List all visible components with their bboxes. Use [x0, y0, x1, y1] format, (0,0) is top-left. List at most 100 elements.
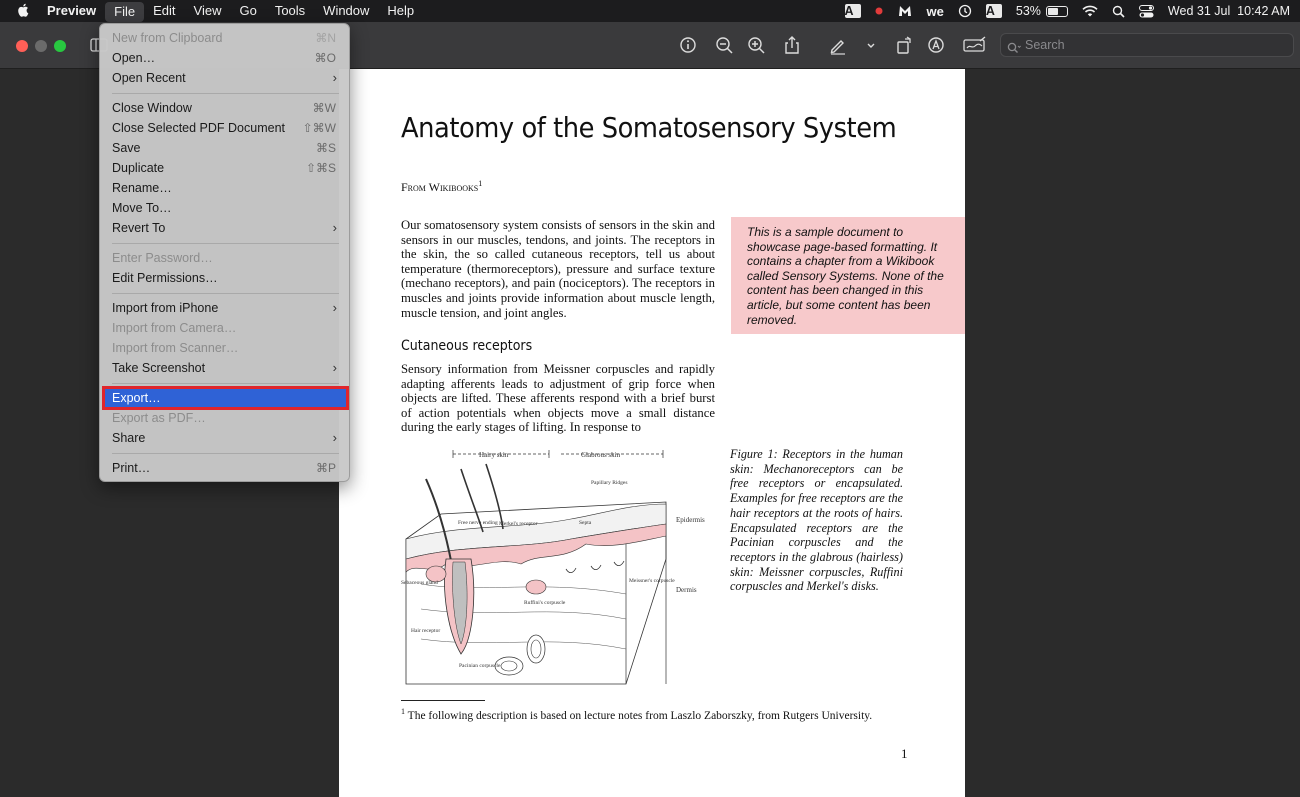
menu-item-label: Revert To — [112, 221, 166, 235]
footnote-text: The following description is based on le… — [407, 709, 873, 722]
menu-item-label: Take Screenshot — [112, 361, 206, 375]
menu-item-save[interactable]: Save ⌘S — [104, 138, 347, 158]
menu-item-label: Open Recent — [112, 71, 186, 85]
close-window-button[interactable] — [16, 40, 28, 52]
info-icon[interactable] — [677, 34, 699, 56]
control-center-icon[interactable] — [1138, 4, 1154, 18]
malwarebytes-icon[interactable] — [897, 4, 913, 18]
menu-item-take-screenshot[interactable]: Take Screenshot › — [104, 358, 347, 378]
signature-icon[interactable] — [962, 34, 986, 56]
menu-item-import-from-camera[interactable]: Import from Camera… — [104, 318, 347, 338]
battery-percent: 53% — [1015, 4, 1041, 18]
battery-status[interactable]: 53% — [1016, 4, 1068, 18]
label-glabrous-skin: Glabrous skin — [581, 451, 621, 459]
label-pacinian-corpuscle: Pacinian corpuscle — [459, 663, 501, 669]
time-machine-icon[interactable] — [958, 4, 972, 18]
menu-item-share[interactable]: Share › — [104, 428, 347, 448]
annotate-icon[interactable] — [925, 34, 947, 56]
zoom-in-icon[interactable] — [745, 34, 767, 56]
menu-go[interactable]: Go — [230, 0, 265, 22]
menu-shortcut: ⇧⌘W — [302, 121, 336, 135]
clock[interactable]: Wed 31 Jul 10:42 AM — [1168, 4, 1290, 18]
menu-item-close-selected-pdf[interactable]: Close Selected PDF Document ⇧⌘W — [104, 118, 347, 138]
spotlight-search-icon[interactable] — [1112, 5, 1125, 18]
menu-item-label: Close Selected PDF Document — [112, 121, 285, 135]
menu-item-close-window[interactable]: Close Window ⌘W — [104, 98, 347, 118]
menu-item-import-from-scanner[interactable]: Import from Scanner… — [104, 338, 347, 358]
label-epidermis: Epidermis — [676, 516, 705, 524]
chevron-right-icon: › — [332, 70, 337, 85]
menu-separator — [112, 453, 339, 454]
menu-item-edit-permissions[interactable]: Edit Permissions… — [104, 268, 347, 288]
wifi-icon[interactable] — [1082, 5, 1098, 17]
menu-item-label: Duplicate — [112, 161, 165, 175]
search-field[interactable]: Search — [1000, 33, 1294, 57]
menu-item-new-from-clipboard[interactable]: New from Clipboard ⌘N — [104, 28, 347, 48]
menu-edit[interactable]: Edit — [144, 0, 184, 22]
markup-pen-icon[interactable] — [827, 34, 849, 56]
label-papillary-ridges: Papillary Ridges — [591, 480, 628, 486]
menu-item-export-as-pdf[interactable]: Export as PDF… — [104, 408, 347, 428]
menu-view[interactable]: View — [185, 0, 231, 22]
document-title: Anatomy of the Somatosensory System — [401, 111, 897, 144]
label-merkel-receptor: Merkel's receptor — [499, 521, 538, 527]
menu-shortcut: ⌘S — [315, 141, 336, 155]
footnote-rule — [401, 700, 485, 701]
menu-tools[interactable]: Tools — [266, 0, 314, 22]
byline-footnote-marker: 1 — [478, 179, 483, 188]
menu-item-open-recent[interactable]: Open Recent › — [104, 68, 347, 88]
share-icon[interactable] — [781, 34, 803, 56]
chevron-right-icon: › — [332, 360, 337, 375]
menu-item-label: Import from Camera… — [112, 321, 237, 335]
battery-icon — [1045, 5, 1068, 17]
search-icon — [1007, 39, 1021, 61]
menu-item-label: Export as PDF… — [112, 411, 206, 425]
menu-item-open[interactable]: Open… ⌘O — [104, 48, 347, 68]
menu-help[interactable]: Help — [378, 0, 423, 22]
input-source-icon[interactable]: A — [985, 4, 1002, 18]
menu-item-revert-to[interactable]: Revert To › — [104, 218, 347, 238]
menu-shortcut: ⌘W — [312, 101, 336, 115]
footnote: 1 The following description is based on … — [401, 707, 941, 722]
menu-shortcut: ⌘O — [314, 51, 336, 65]
label-dermis: Dermis — [676, 586, 697, 594]
we-app-icon[interactable]: we — [927, 4, 944, 19]
minimize-window-button[interactable] — [35, 40, 47, 52]
label-hair-receptor: Hair receptor — [411, 628, 440, 634]
menu-item-import-from-iphone[interactable]: Import from iPhone › — [104, 298, 347, 318]
label-free-nerve-ending: Free nerve ending — [458, 520, 498, 526]
zoom-out-icon[interactable] — [713, 34, 735, 56]
menu-item-label: Save — [112, 141, 141, 155]
menu-item-duplicate[interactable]: Duplicate ⇧⌘S — [104, 158, 347, 178]
skin-receptors-figure: Hairy skin Glabrous skin Papillary Ridge… — [401, 450, 705, 685]
rotate-icon[interactable] — [893, 34, 915, 56]
chevron-right-icon: › — [332, 220, 337, 235]
chevron-right-icon: › — [332, 300, 337, 315]
menu-item-label: Print… — [112, 461, 151, 475]
menu-file[interactable]: File — [105, 1, 145, 22]
menu-window[interactable]: Window — [314, 0, 378, 22]
pdf-page[interactable]: Anatomy of the Somatosensory System From… — [339, 69, 965, 797]
chevron-down-icon[interactable] — [860, 34, 882, 56]
apple-menu-icon[interactable] — [12, 3, 34, 20]
intro-paragraph: Our somatosensory system consists of sen… — [401, 218, 715, 320]
page-number: 1 — [901, 746, 908, 761]
label-meissner-corpuscle: Meissner's corpuscle — [629, 578, 675, 584]
recording-dot-icon[interactable] — [875, 7, 883, 15]
zoom-window-button[interactable] — [54, 40, 66, 52]
menu-preview[interactable]: Preview — [34, 0, 105, 22]
search-placeholder: Search — [1025, 38, 1065, 52]
menu-separator — [112, 93, 339, 94]
menu-item-label: Share — [112, 431, 146, 445]
menu-item-rename[interactable]: Rename… — [104, 178, 347, 198]
menu-item-move-to[interactable]: Move To… — [104, 198, 347, 218]
menu-shortcut: ⌘N — [315, 31, 336, 45]
menu-item-label: Enter Password… — [112, 251, 213, 265]
section-heading: Cutaneous receptors — [401, 338, 533, 354]
cutaneous-paragraph: Sensory information from Meissner corpus… — [401, 362, 715, 435]
menu-shortcut: ⇧⌘S — [305, 161, 336, 175]
menu-item-label: Rename… — [112, 181, 172, 195]
menu-item-enter-password[interactable]: Enter Password… — [104, 248, 347, 268]
text-input-app-icon[interactable]: A — [844, 4, 861, 18]
menu-item-print[interactable]: Print… ⌘P — [104, 458, 347, 478]
